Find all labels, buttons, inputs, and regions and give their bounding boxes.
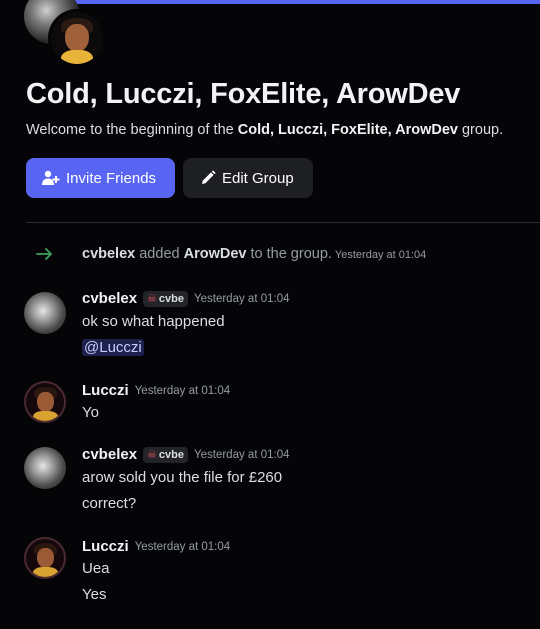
skull-icon: ☠ <box>147 449 157 461</box>
pencil-icon <box>202 170 216 184</box>
timestamp: Yesterday at 01:04 <box>134 540 231 553</box>
user-tag[interactable]: ☠ cvbe <box>143 290 188 307</box>
invite-friends-button[interactable]: Invite Friends <box>26 158 175 198</box>
edit-group-button[interactable]: Edit Group <box>183 158 313 198</box>
avatar[interactable] <box>24 447 66 489</box>
add-user-icon <box>42 170 60 185</box>
arrow-right-icon <box>36 248 52 260</box>
divider <box>26 222 540 223</box>
edit-group-label: Edit Group <box>222 169 294 187</box>
message-text: arow sold you the file for £260 <box>82 469 283 486</box>
chat-view: Cold, Lucczi, FoxElite, ArowDev Welcome … <box>0 0 540 629</box>
message-text: ok so what happened <box>82 313 225 330</box>
username[interactable]: cvbelex <box>82 290 137 307</box>
timestamp: Yesterday at 01:04 <box>334 249 427 261</box>
skull-icon: ☠ <box>147 293 157 305</box>
system-target[interactable]: ArowDev <box>184 246 247 262</box>
group-avatar <box>48 9 106 67</box>
invite-friends-label: Invite Friends <box>66 169 157 187</box>
message-text: @Lucczi <box>82 339 144 356</box>
username[interactable]: Lucczi <box>82 538 129 555</box>
welcome-text: Welcome to the beginning of the Cold, Lu… <box>26 122 504 138</box>
avatar[interactable] <box>24 381 66 423</box>
message-text: Uea <box>82 560 110 577</box>
timestamp: Yesterday at 01:04 <box>134 384 231 397</box>
avatar[interactable] <box>24 292 66 334</box>
timestamp: Yesterday at 01:04 <box>194 292 290 305</box>
system-actor[interactable]: cvbelex <box>82 246 135 262</box>
username[interactable]: cvbelex <box>82 446 137 463</box>
timestamp: Yesterday at 01:04 <box>194 448 290 461</box>
group-title: Cold, Lucczi, FoxElite, ArowDev <box>26 78 461 110</box>
user-tag[interactable]: ☠ cvbe <box>143 446 188 463</box>
system-message: cvbelex added ArowDev to the group. Yeste… <box>0 244 540 266</box>
avatar[interactable] <box>24 537 66 579</box>
top-accent-bar <box>52 0 540 4</box>
message-text: Yo <box>82 404 99 421</box>
system-message-text: cvbelex added ArowDev to the group. Yeste… <box>82 246 427 262</box>
user-mention[interactable]: @Lucczi <box>82 339 144 356</box>
username[interactable]: Lucczi <box>82 382 129 399</box>
message-text: correct? <box>82 495 137 512</box>
message-text: Yes <box>82 586 107 603</box>
